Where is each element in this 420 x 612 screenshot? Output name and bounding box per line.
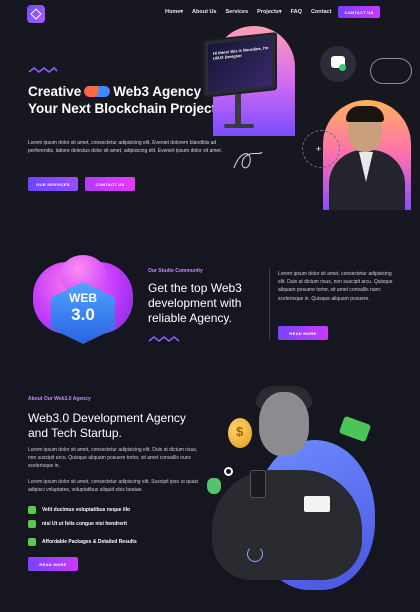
hero-description: Lorem ipsum dolor sit amet, consectetur … [28, 140, 222, 155]
logo-mark-icon [30, 8, 42, 20]
nav-projects-label: Projects [257, 9, 279, 15]
feature-money-icon [28, 520, 36, 528]
hero-section: Home▾ About Us Services Projects▾ FAQ Co… [0, 0, 420, 228]
hero-title-part1: Creative [28, 84, 82, 99]
nav-contact[interactable]: Contact [311, 9, 331, 15]
man-body [212, 470, 362, 580]
squiggle-decoration-icon [148, 335, 180, 343]
vertical-divider [269, 268, 270, 340]
navbar: Home▾ About Us Services Projects▾ FAQ Co… [0, 0, 420, 26]
web3-badge-text-top: WEB [69, 291, 97, 305]
monitor-text: Hi there! this is Nourdine, I'm UI/UX De… [213, 45, 269, 61]
feature-check-icon [28, 506, 36, 514]
nav-home[interactable]: Home▾ [165, 9, 183, 15]
about-label: About Our Web3.0 Agency [28, 396, 91, 402]
about-description-1: Lorem ipsum dolor sit amet, consectetur … [28, 447, 198, 470]
squiggle-decoration-icon [28, 66, 58, 74]
nav-about[interactable]: About Us [192, 9, 216, 15]
community-read-more-button[interactable]: READ MORE [278, 326, 328, 340]
feature-item: Velit ducimus voluptatibus neque illo [28, 506, 130, 514]
feature-item: Affordable Packages & Detailed Results [28, 538, 137, 546]
nav-links: Home▾ About Us Services Projects▾ FAQ Co… [165, 9, 331, 15]
feature-item: nisi Ut ut felis congue nisi hendrerit [28, 520, 127, 528]
swirl-decoration-icon [233, 151, 263, 169]
logo[interactable] [27, 5, 45, 23]
curl-decoration-icon [247, 546, 263, 562]
about-read-more-button[interactable]: READ MORE [28, 557, 78, 571]
community-label: Our Studio Community [148, 268, 203, 274]
money-bag-icon [207, 478, 221, 494]
hero-contact-button[interactable]: CONTACT US [85, 177, 135, 191]
person-hair [346, 106, 384, 122]
cloud-outline-icon [370, 58, 412, 84]
gear-icon [224, 467, 233, 476]
monitor-illustration: Hi there! this is Nourdine, I'm UI/UX De… [203, 32, 277, 98]
contact-us-button[interactable]: CONTACT US [338, 6, 380, 18]
feature-money-icon [28, 538, 36, 546]
about-description-2: Lorem ipsum dolor sit amet, consectetur … [28, 479, 199, 494]
chevron-down-icon: ▾ [278, 9, 282, 15]
credit-card-icon [304, 496, 330, 512]
monitor-screen: Hi there! this is Nourdine, I'm UI/UX De… [208, 37, 272, 93]
gradient-blob-icon [84, 86, 111, 97]
monitor-stand [235, 94, 241, 124]
plus-icon: + [316, 144, 322, 154]
check-dot-icon [339, 64, 346, 71]
phone-icon [250, 470, 266, 498]
chevron-down-icon: ▾ [180, 9, 184, 15]
hero-title: Creative Web3 Agency to Your Next Blockch… [28, 83, 228, 117]
dollar-icon: $ [236, 424, 244, 439]
nav-faq[interactable]: FAQ [291, 9, 302, 15]
feature-label: Affordable Packages & Detailed Results [42, 539, 137, 545]
about-title: Web3.0 Development Agency and Tech Start… [28, 411, 186, 440]
monitor-base [224, 124, 254, 128]
feature-label: Velit ducimus voluptatibus neque illo [42, 507, 131, 513]
our-services-button[interactable]: OUR SERVICES [28, 177, 78, 191]
nav-projects[interactable]: Projects▾ [257, 9, 281, 15]
feature-label: nisi Ut ut felis congue nisi hendrerit [42, 521, 128, 527]
nav-services[interactable]: Services [226, 9, 249, 15]
nav-home-label: Home [165, 9, 181, 15]
man-head [259, 392, 309, 456]
community-title: Get the top Web3 development with reliab… [148, 281, 242, 325]
web3-badge-text-bottom: 3.0 [71, 305, 95, 324]
community-description: Lorem ipsum dolor sit amet, consectetur … [278, 271, 393, 302]
